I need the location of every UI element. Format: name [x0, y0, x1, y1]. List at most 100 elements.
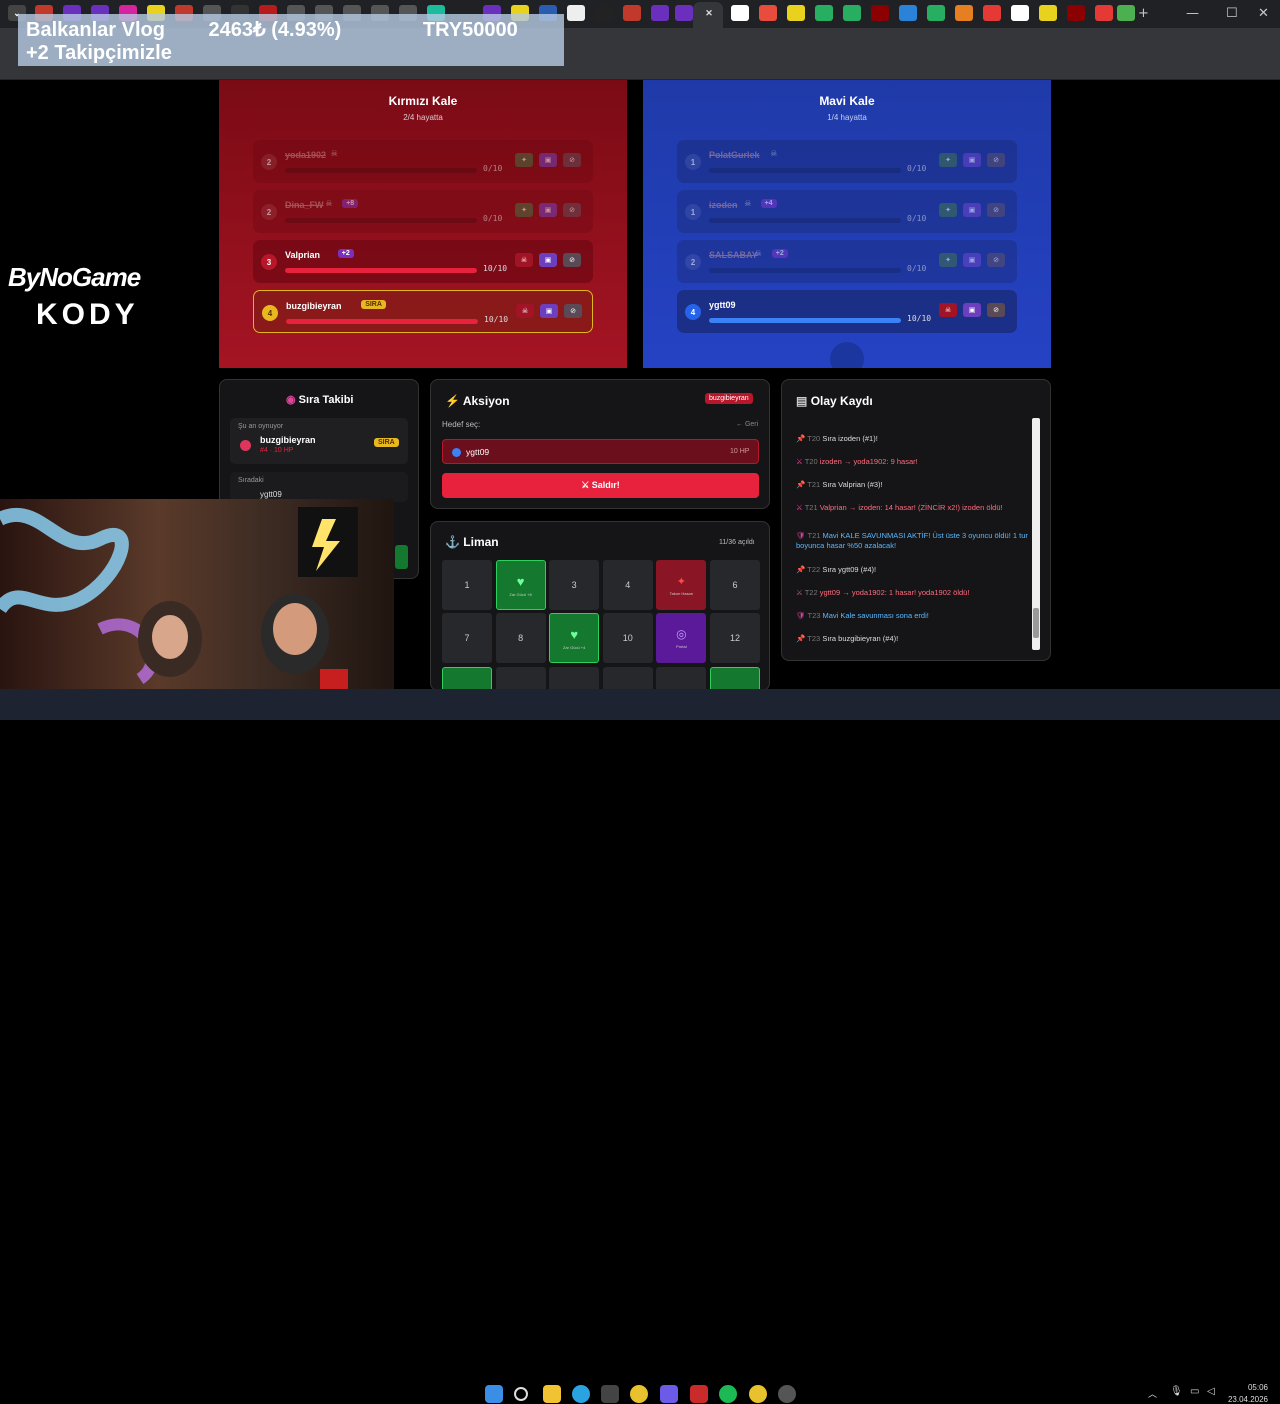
dice-action-icon[interactable]: ▣ [963, 203, 981, 217]
tab-favicon[interactable] [983, 5, 1001, 21]
discord-icon[interactable] [660, 1385, 678, 1403]
harbor-cell[interactable]: 3 [549, 560, 600, 610]
tab-favicon[interactable] [1117, 5, 1135, 21]
start-icon[interactable] [485, 1385, 503, 1403]
tab-favicon[interactable] [1039, 5, 1057, 21]
player-row[interactable]: 1 PolatGurlek 0/10 ✦ ▣ ⊘ ☠ [677, 140, 1017, 183]
dice-action-icon[interactable]: ▣ [540, 304, 558, 318]
tab-favicon[interactable] [787, 5, 805, 21]
dice-bonus-badge: +2 [771, 249, 788, 258]
tab-favicon[interactable] [1095, 5, 1113, 21]
tab-favicon[interactable] [567, 5, 585, 21]
log-scrollbar[interactable] [1032, 418, 1040, 650]
tab-favicon[interactable] [927, 5, 945, 21]
file-explorer-icon[interactable] [543, 1385, 561, 1403]
player-row[interactable]: 4 buzgibieyran 10/10 ☠ ▣ ⊘ SIRA [253, 290, 593, 333]
block-action-icon[interactable]: ⊘ [564, 304, 582, 318]
green-button-edge[interactable] [395, 545, 408, 569]
tab-favicon[interactable] [843, 5, 861, 21]
dice-action-icon[interactable]: ▣ [539, 253, 557, 267]
tab-favicon[interactable] [1011, 5, 1029, 21]
hp-text: 10/10 [907, 314, 932, 323]
harbor-cell[interactable]: ◎ Portal [656, 613, 707, 663]
dice-action-icon[interactable]: ▣ [539, 153, 557, 167]
player-row[interactable]: 2 yoda1902 0/10 ✦ ▣ ⊘ ☠ [253, 140, 593, 183]
player-number: 2 [261, 204, 277, 220]
target-option[interactable]: ygtt09 10 HP [442, 439, 759, 464]
attack-action-icon[interactable]: ✦ [939, 253, 957, 267]
attack-action-icon[interactable]: ✦ [515, 153, 533, 167]
attack-button[interactable]: ⚔ Saldır! [442, 473, 759, 498]
attack-action-icon[interactable]: ☠ [939, 303, 957, 317]
harbor-cell[interactable]: 7 [442, 613, 492, 663]
blue-team-panel: Mavi Kale 1/4 hayatta 1 PolatGurlek 0/10… [643, 80, 1051, 368]
dice-action-icon[interactable]: ▣ [963, 253, 981, 267]
harbor-cell[interactable]: 10 [602, 613, 653, 663]
harbor-cell[interactable]: 6 [710, 560, 760, 610]
harbor-cell[interactable]: ♥ Zar Gücü +4 [549, 613, 600, 663]
tab-favicon[interactable] [623, 5, 641, 21]
attack-action-icon[interactable]: ✦ [939, 203, 957, 217]
spotify-icon[interactable] [719, 1385, 737, 1403]
mic-icon[interactable]: 🎙 [1170, 1386, 1183, 1397]
tab-favicon[interactable] [955, 5, 973, 21]
minimize-button[interactable]: — [1186, 6, 1199, 21]
tab-favicon[interactable] [731, 5, 749, 21]
block-action-icon[interactable]: ⊘ [987, 253, 1005, 267]
dice-action-icon[interactable]: ▣ [963, 303, 981, 317]
player-row[interactable]: 4 ygtt09 10/10 ☠ ▣ ⊘ [677, 290, 1017, 333]
harbor-cell[interactable]: 4 [602, 560, 653, 610]
block-action-icon[interactable]: ⊘ [563, 203, 581, 217]
app-icon[interactable] [601, 1385, 619, 1403]
close-tab-icon[interactable]: ✕ [700, 5, 718, 21]
tray-chevron-icon[interactable]: ︿ [1148, 1387, 1157, 1400]
obs-icon[interactable] [778, 1385, 796, 1403]
log-icon: 🛡 [796, 531, 806, 540]
block-action-icon[interactable]: ⊘ [987, 303, 1005, 317]
new-tab-button[interactable]: + [1138, 6, 1149, 21]
maximize-button[interactable]: ☐ [1226, 6, 1238, 21]
scrollbar-thumb[interactable] [1033, 608, 1039, 638]
tab-favicon[interactable] [1067, 5, 1085, 21]
volume-icon[interactable]: ◁ [1207, 1386, 1215, 1397]
tab-favicon[interactable] [595, 5, 613, 21]
player-number: 3 [261, 254, 277, 270]
back-link[interactable]: ← Geri [736, 421, 758, 428]
skull-icon: ☠ [325, 199, 333, 208]
harbor-cell[interactable]: 8 [495, 613, 546, 663]
log-icon: 📌 [796, 565, 806, 574]
block-action-icon[interactable]: ⊘ [563, 253, 581, 267]
attack-action-icon[interactable]: ✦ [515, 203, 533, 217]
harbor-cell[interactable]: ♥ Zar Gücü +8 [495, 560, 546, 610]
edge-icon[interactable] [572, 1385, 590, 1403]
network-icon[interactable]: ▭ [1190, 1386, 1199, 1397]
search-icon[interactable] [514, 1387, 528, 1401]
tab-favicon[interactable] [675, 5, 693, 21]
block-action-icon[interactable]: ⊘ [987, 153, 1005, 167]
block-action-icon[interactable]: ⊘ [563, 153, 581, 167]
attack-action-icon[interactable]: ☠ [515, 253, 533, 267]
tab-favicon[interactable] [871, 5, 889, 21]
harbor-cell[interactable]: 1 [442, 560, 492, 610]
player-row[interactable]: 2 Dina_FW 0/10 ✦ ▣ ⊘ +8 ☠ [253, 190, 593, 233]
clock-time[interactable]: 05:06 [1228, 1383, 1268, 1392]
clock-date[interactable]: 23.04.2026 [1218, 1395, 1268, 1404]
tab-favicon[interactable] [899, 5, 917, 21]
close-window-button[interactable]: ✕ [1258, 6, 1269, 21]
tab-favicon[interactable] [759, 5, 777, 21]
attack-action-icon[interactable]: ✦ [939, 153, 957, 167]
player-row[interactable]: 2 SALSABAY 0/10 ✦ ▣ ⊘ +2 ☠ [677, 240, 1017, 283]
attack-action-icon[interactable]: ☠ [516, 304, 534, 318]
app-icon[interactable] [690, 1385, 708, 1403]
harbor-cell[interactable]: 12 [710, 613, 760, 663]
harbor-cell[interactable]: ✦ Takım Hasarı [656, 560, 707, 610]
dice-action-icon[interactable]: ▣ [963, 153, 981, 167]
dice-action-icon[interactable]: ▣ [539, 203, 557, 217]
player-row[interactable]: 3 Valprian 10/10 ☠ ▣ ⊘ +2 [253, 240, 593, 283]
tab-favicon[interactable] [651, 5, 669, 21]
chrome-icon[interactable] [749, 1385, 767, 1403]
player-row[interactable]: 1 izoden 0/10 ✦ ▣ ⊘ +4 ☠ [677, 190, 1017, 233]
chrome-icon[interactable] [630, 1385, 648, 1403]
tab-favicon[interactable] [815, 5, 833, 21]
block-action-icon[interactable]: ⊘ [987, 203, 1005, 217]
